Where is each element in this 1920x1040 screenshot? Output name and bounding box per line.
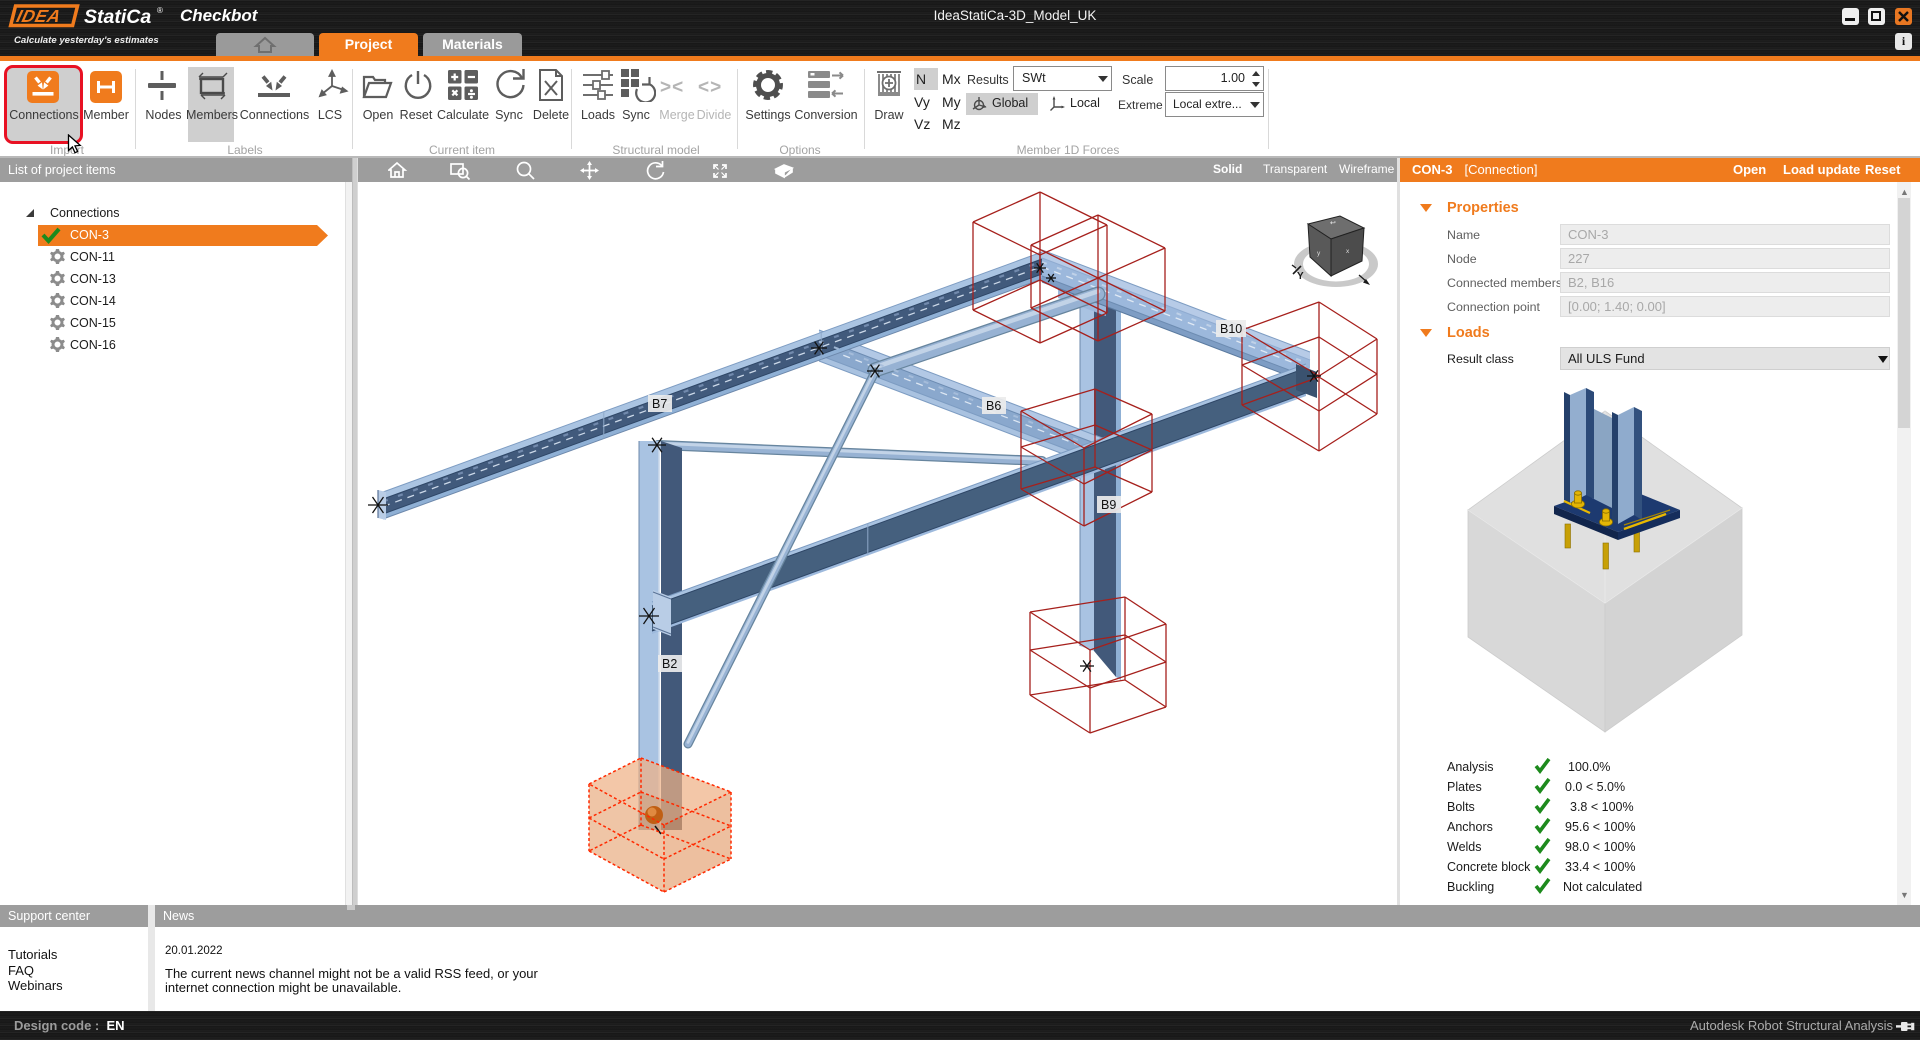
svg-text:B10: B10 <box>1220 322 1242 336</box>
svg-text:Calculate yesterday's estimate: Calculate yesterday's estimates <box>14 35 159 46</box>
svg-text:B2: B2 <box>662 657 677 671</box>
svg-text:↩: ↩ <box>1330 220 1336 227</box>
svg-text:B7: B7 <box>652 397 667 411</box>
svg-text:Y: Y <box>1297 271 1304 282</box>
svg-text:B6: B6 <box>986 399 1001 413</box>
svg-text:B9: B9 <box>1101 498 1116 512</box>
